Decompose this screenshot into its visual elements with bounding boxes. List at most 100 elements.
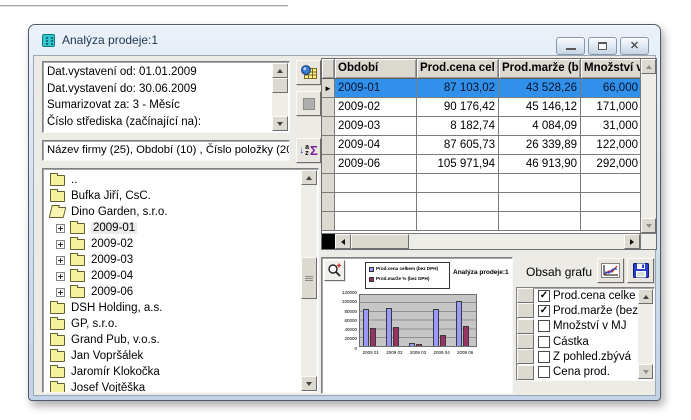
tree-scrollbar[interactable] (301, 170, 317, 391)
tree-item[interactable]: DSH Holding, a.s. (43, 300, 318, 316)
cell-mnozstvi[interactable]: 31,000 (581, 117, 641, 135)
cell-obdobi[interactable]: 2009-01 (335, 79, 417, 97)
column-header[interactable]: Prod.cena cel (417, 59, 499, 78)
tree-item[interactable]: GP, s.r.o. (43, 316, 318, 332)
scroll-down-button[interactable] (641, 218, 656, 233)
tree-item[interactable]: .. (43, 172, 318, 188)
scroll-left-button[interactable] (335, 234, 351, 249)
cell-mnozstvi[interactable]: 171,000 (581, 98, 641, 116)
checklist-row[interactable]: ✓ Prod.marže (bez (517, 303, 654, 318)
table-horizontal-scrollbar[interactable] (322, 233, 640, 249)
scroll-down-button[interactable] (272, 116, 288, 131)
table-row[interactable]: ► 2009-01 87 103,02 43 528,26 66,000 (322, 79, 656, 98)
cell-obdobi[interactable]: 2009-02 (335, 98, 417, 116)
column-header[interactable]: Množství v (581, 59, 641, 78)
expand-plus-icon[interactable] (56, 224, 65, 233)
cell-prodcena[interactable]: 105 971,94 (417, 155, 499, 173)
checklist-row[interactable]: ✓ Prod.cena celke (517, 288, 654, 303)
chart-contents-checklist[interactable]: ✓ Prod.cena celke ✓ Prod.marže (bez Množ… (516, 287, 655, 381)
tree-item[interactable]: 2009-02 (43, 236, 318, 252)
minimize-button[interactable] (556, 37, 585, 55)
tree-item[interactable]: Jan Vopršálek (43, 348, 318, 364)
filter-scrollbar[interactable] (272, 63, 288, 131)
cell-prodmarze[interactable]: 46 913,90 (499, 155, 581, 173)
results-table[interactable]: Období Prod.cena cel Prod.marže (b Množs… (321, 58, 657, 250)
mini-chart-plot (359, 294, 477, 347)
cell-prodmarze[interactable]: 26 339,89 (499, 136, 581, 154)
checkbox[interactable] (538, 366, 550, 378)
filter-line[interactable]: Dat.vystavení do: 30.06.2009 (47, 81, 269, 98)
checkbox[interactable]: ✓ (538, 290, 550, 302)
cell-prodmarze[interactable]: 43 528,26 (499, 79, 581, 97)
cell-prodmarze[interactable]: 4 084,09 (499, 117, 581, 135)
show-chart-button[interactable] (597, 258, 624, 283)
tree-item[interactable]: Grand Pub, v.o.s. (43, 332, 318, 348)
cell-prodcena[interactable]: 90 176,42 (417, 98, 499, 116)
tree-item[interactable]: Bufka Jiří, CsC. (43, 188, 318, 204)
zoom-chart-button[interactable] (324, 260, 345, 281)
filter-line[interactable]: Sumarizovat za: 3 - Měsíc (47, 97, 269, 114)
checkbox[interactable] (538, 351, 550, 363)
scroll-thumb[interactable] (272, 78, 288, 93)
table-vertical-scrollbar[interactable] (640, 59, 656, 233)
cell-mnozstvi[interactable]: 122,000 (581, 136, 641, 154)
cell-obdobi[interactable]: 2009-06 (335, 155, 417, 173)
expand-plus-icon[interactable] (56, 256, 65, 265)
table-row[interactable]: 2009-04 87 605,73 26 339,89 122,000 (322, 136, 656, 155)
cell-prodcena[interactable]: 87 103,02 (417, 79, 499, 97)
cell-mnozstvi[interactable]: 292,000 (581, 155, 641, 173)
cell-obdobi[interactable]: 2009-03 (335, 117, 417, 135)
tree-item[interactable]: 2009-01 (43, 220, 318, 236)
scroll-down-button[interactable] (638, 364, 653, 379)
scroll-up-button[interactable] (641, 59, 656, 74)
close-button[interactable]: ✕ (620, 37, 649, 55)
checklist-row[interactable]: Z pohled.zbývá (517, 349, 654, 364)
table-row[interactable]: 2009-03 8 182,74 4 084,09 31,000 (322, 117, 656, 136)
scroll-thumb[interactable] (351, 234, 409, 249)
sort-button[interactable]: ↓ az Σ (296, 138, 321, 163)
checklist-row[interactable]: Množství v MJ (517, 319, 654, 334)
expand-plus-icon[interactable] (56, 272, 65, 281)
filter-listbox[interactable]: Dat.vystavení od: 01.01.2009 Dat.vystave… (42, 61, 290, 133)
table-row[interactable]: 2009-06 105 971,94 46 913,90 292,000 (322, 155, 656, 174)
filter-line[interactable]: Dat.vystavení od: 01.01.2009 (47, 64, 269, 81)
save-chart-button[interactable] (627, 258, 654, 283)
filter-line[interactable]: Číslo střediska (začínající na): (47, 114, 269, 131)
titlebar[interactable]: Analýza prodeje:1 ✕ (29, 25, 660, 55)
stop-button[interactable] (296, 91, 321, 116)
checkbox[interactable] (538, 336, 550, 348)
cell-prodcena[interactable]: 8 182,74 (417, 117, 499, 135)
column-header[interactable]: Prod.marže (b (499, 59, 581, 78)
scroll-right-button[interactable] (624, 234, 640, 249)
column-header[interactable]: Období (335, 59, 417, 78)
scroll-down-button[interactable] (301, 376, 317, 391)
expand-plus-icon[interactable] (56, 288, 65, 297)
cell-obdobi[interactable]: 2009-04 (335, 136, 417, 154)
restore-button[interactable] (588, 37, 617, 55)
checkbox[interactable] (538, 320, 550, 332)
tree-item[interactable]: Jaromír Klokočka (43, 364, 318, 380)
preview-table-button[interactable] (296, 60, 321, 85)
cell-prodmarze[interactable]: 45 146,12 (499, 98, 581, 116)
scroll-up-button[interactable] (272, 63, 288, 78)
checklist-row[interactable]: Cena prod. (517, 364, 654, 379)
checkbox-label: Z pohled.zbývá (553, 351, 631, 363)
checklist-scrollbar[interactable] (638, 289, 653, 379)
checklist-row[interactable]: Částka (517, 334, 654, 349)
checkbox[interactable]: ✓ (538, 305, 550, 317)
scroll-up-button[interactable] (301, 170, 317, 185)
cell-prodcena[interactable]: 87 605,73 (417, 136, 499, 154)
table-row[interactable]: 2009-02 90 176,42 45 146,12 171,000 (322, 98, 656, 117)
company-tree[interactable]: .. Bufka Jiří, CsC. Dino Garden, s.r.o. … (42, 168, 319, 393)
cell-mnozstvi[interactable]: 66,000 (581, 79, 641, 97)
arrow-down-icon (306, 382, 312, 386)
expand-plus-icon[interactable] (56, 240, 65, 249)
tree-item[interactable]: Josef Vojtěška (43, 380, 318, 393)
scroll-up-button[interactable] (638, 289, 653, 304)
tree-item[interactable]: 2009-04 (43, 268, 318, 284)
sort-order-field[interactable]: Název firmy (25), Období (10) , Číslo po… (42, 140, 290, 161)
scroll-thumb[interactable] (301, 257, 317, 299)
tree-item[interactable]: 2009-03 (43, 252, 318, 268)
tree-item[interactable]: Dino Garden, s.r.o. (43, 204, 318, 220)
tree-item[interactable]: 2009-06 (43, 284, 318, 300)
